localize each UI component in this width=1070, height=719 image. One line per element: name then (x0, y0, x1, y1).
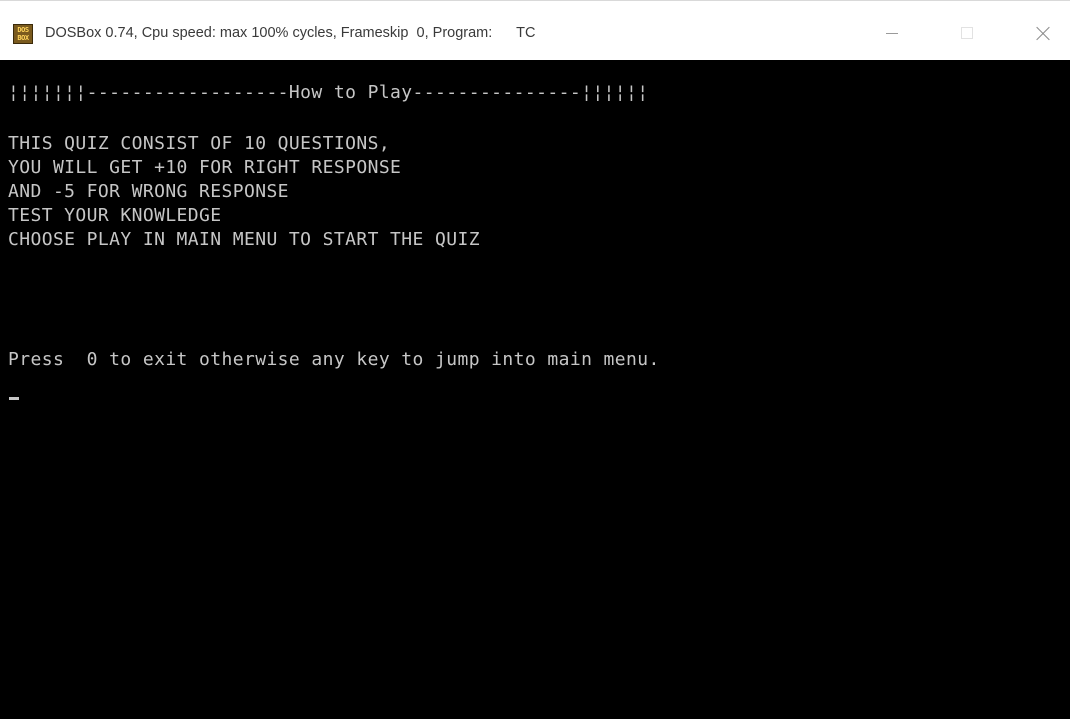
window-title: DOSBox 0.74, Cpu speed: max 100% cycles,… (45, 25, 536, 41)
close-button[interactable] (1020, 18, 1066, 48)
instruction-line: YOU WILL GET +10 FOR RIGHT RESPONSE (8, 157, 402, 178)
dosbox-icon[interactable]: DOS BOX (13, 24, 33, 44)
instruction-line: THIS QUIZ CONSIST OF 10 QUESTIONS, (8, 133, 391, 154)
instruction-line: CHOOSE PLAY IN MAIN MENU TO START THE QU… (8, 229, 480, 250)
how-to-play-header: ¦¦¦¦¦¦¦------------------How to Play----… (8, 82, 649, 103)
instruction-line: AND -5 FOR WRONG RESPONSE (8, 181, 289, 202)
minimize-button[interactable] (870, 18, 916, 48)
exit-prompt: Press 0 to exit otherwise any key to jum… (8, 349, 660, 370)
text-cursor (9, 397, 19, 400)
instruction-line: TEST YOUR KNOWLEDGE (8, 205, 222, 226)
title-bar[interactable]: DOS BOX DOSBox 0.74, Cpu speed: max 100%… (0, 0, 1070, 60)
dosbox-window: DOS BOX DOSBox 0.74, Cpu speed: max 100%… (0, 0, 1070, 719)
maximize-button[interactable] (944, 18, 990, 48)
dosbox-icon-text-bottom: BOX (17, 34, 29, 42)
dosbox-icon-text-top: DOS (17, 26, 29, 34)
dos-console-screen[interactable]: ¦¦¦¦¦¦¦------------------How to Play----… (0, 60, 1070, 719)
